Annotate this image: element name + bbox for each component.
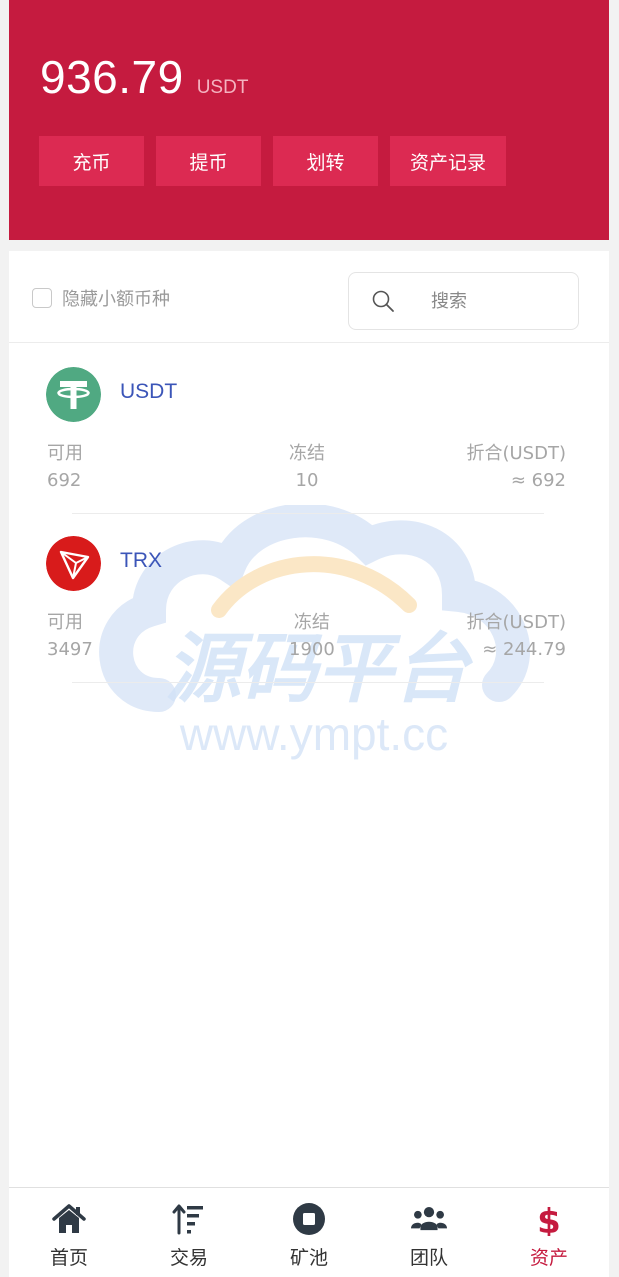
stop-circle-icon (293, 1203, 325, 1235)
available-label: 可用 (47, 612, 83, 633)
nav-mining-pool[interactable]: 矿池 (249, 1188, 369, 1277)
frozen-column: 冻结 1900 (289, 609, 335, 663)
value-label: 折合(USDT) (466, 443, 566, 464)
watermark-url: www.ympt.cc (179, 708, 448, 760)
nav-trade[interactable]: 交易 (129, 1188, 249, 1277)
frozen-column: 冻结 10 (289, 440, 325, 494)
sort-icon (172, 1204, 203, 1235)
value-amount: ≈ 244.79 (482, 639, 566, 660)
frozen-value: 10 (295, 470, 319, 491)
balance-unit: USDT (196, 77, 249, 98)
action-buttons: 充币 提币 划转 资产记录 (39, 136, 506, 186)
nav-team[interactable]: 团队 (369, 1188, 489, 1277)
bottom-nav: 首页 交易 矿池 团队 $ 资产 (9, 1187, 609, 1277)
nav-label: 矿池 (289, 1247, 328, 1269)
app-frame: 936.79 USDT 充币 提币 划转 资产记录 隐藏小额币种 源码平台 ww… (9, 0, 609, 1277)
available-column: 可用 3497 (47, 609, 93, 663)
value-label: 折合(USDT) (466, 612, 566, 633)
balance-amount: 936.79 (40, 51, 184, 103)
tron-icon (46, 536, 101, 591)
withdraw-button[interactable]: 提币 (156, 136, 261, 186)
hide-small-label: 隐藏小额币种 (62, 289, 170, 310)
available-label: 可用 (47, 443, 83, 464)
home-icon (52, 1204, 86, 1233)
value-column: 折合(USDT) ≈ 244.79 (466, 609, 566, 663)
coin-row-usdt[interactable]: USDT 可用 692 冻结 10 折合(USDT) ≈ 692 (9, 344, 609, 514)
tether-icon (46, 367, 101, 422)
nav-home[interactable]: 首页 (9, 1188, 129, 1277)
nav-assets[interactable]: $ 资产 (489, 1188, 609, 1277)
asset-records-button[interactable]: 资产记录 (390, 136, 506, 186)
dollar-icon: $ (537, 1202, 561, 1236)
hide-small-checkbox[interactable] (32, 288, 52, 308)
search-icon (372, 290, 394, 312)
nav-label: 团队 (409, 1247, 448, 1269)
value-amount: ≈ 692 (510, 470, 566, 491)
hide-small-toggle[interactable]: 隐藏小额币种 (32, 285, 170, 311)
transfer-button[interactable]: 划转 (273, 136, 378, 186)
frozen-value: 1900 (289, 639, 335, 660)
frozen-label: 冻结 (289, 443, 325, 464)
total-balance: 936.79 USDT (40, 50, 248, 104)
coin-row-trx[interactable]: TRX 可用 3497 冻结 1900 折合(USDT) ≈ 244.79 (9, 513, 609, 683)
frozen-label: 冻结 (293, 612, 330, 633)
available-column: 可用 692 (47, 440, 83, 494)
search-box[interactable] (348, 272, 579, 330)
available-value: 3497 (47, 639, 93, 660)
row-divider (72, 682, 544, 683)
asset-header: 936.79 USDT 充币 提币 划转 资产记录 (9, 0, 609, 240)
nav-label: 交易 (169, 1247, 208, 1269)
coin-name: TRX (120, 549, 162, 572)
deposit-button[interactable]: 充币 (39, 136, 144, 186)
section-gap (9, 240, 609, 251)
coin-name: USDT (120, 380, 178, 403)
svg-text:$: $ (537, 1202, 561, 1236)
value-column: 折合(USDT) ≈ 692 (466, 440, 566, 494)
users-icon (411, 1207, 447, 1231)
filter-row: 隐藏小额币种 (9, 251, 609, 343)
available-value: 692 (47, 470, 82, 491)
search-input[interactable] (431, 290, 561, 312)
nav-label: 资产 (529, 1247, 568, 1269)
nav-label: 首页 (49, 1247, 88, 1269)
